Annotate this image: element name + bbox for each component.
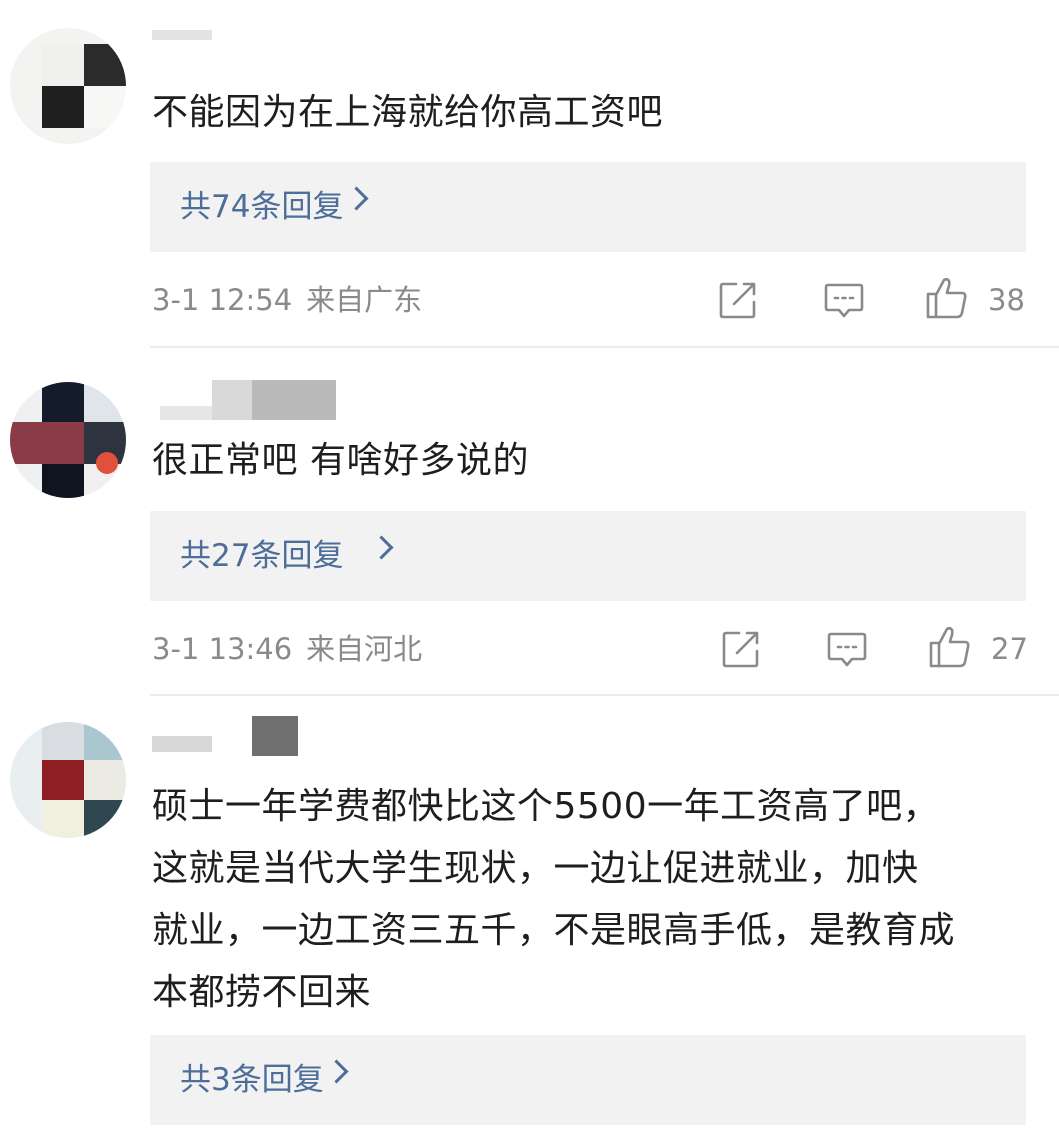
comment-text: 不能因为在上海就给你高工资吧: [152, 92, 664, 133]
username-redacted[interactable]: [152, 380, 336, 420]
chevron-right-icon: [344, 186, 369, 211]
username-redacted[interactable]: [152, 30, 212, 40]
comment-text: 硕士一年学费都快比这个5500一年工资高了吧， 这就是当代大学生现状，一边让促进…: [152, 786, 956, 1013]
comment-meta: 3-1 12:54 来自广东: [152, 280, 422, 320]
divider: [150, 694, 1059, 696]
comment-icon[interactable]: [827, 631, 867, 669]
comment-meta: 3-1 13:46 来自河北: [152, 629, 422, 669]
comment-location: 来自广东: [306, 283, 423, 317]
thumbs-up-icon[interactable]: [928, 625, 972, 669]
view-replies-button[interactable]: 共27条回复: [150, 511, 1026, 601]
comment-time: 3-1 12:54: [152, 283, 293, 317]
chevron-right-icon: [369, 535, 394, 560]
divider: [150, 346, 1059, 348]
comment-text: 很正常吧 有啥好多说的: [152, 440, 529, 481]
like-count: 38: [988, 283, 1025, 317]
replies-count-label: 共3条回复: [180, 1062, 324, 1098]
replies-count-label: 共27条回复: [180, 538, 344, 574]
comment-time: 3-1 13:46: [152, 632, 293, 666]
username-redacted[interactable]: [152, 716, 302, 756]
replies-count-label: 共74条回复: [180, 189, 344, 225]
view-replies-button[interactable]: 共3条回复: [150, 1035, 1026, 1125]
comment-icon[interactable]: [824, 282, 864, 320]
comment-location: 来自河北: [306, 632, 423, 666]
share-icon[interactable]: [718, 280, 758, 320]
avatar[interactable]: [10, 382, 126, 498]
like-count: 27: [991, 632, 1028, 666]
view-replies-button[interactable]: 共74条回复: [150, 162, 1026, 252]
avatar[interactable]: [10, 28, 126, 144]
share-icon[interactable]: [721, 629, 761, 669]
thumbs-up-icon[interactable]: [925, 276, 969, 320]
chevron-right-icon: [324, 1059, 349, 1084]
avatar[interactable]: [10, 722, 126, 838]
